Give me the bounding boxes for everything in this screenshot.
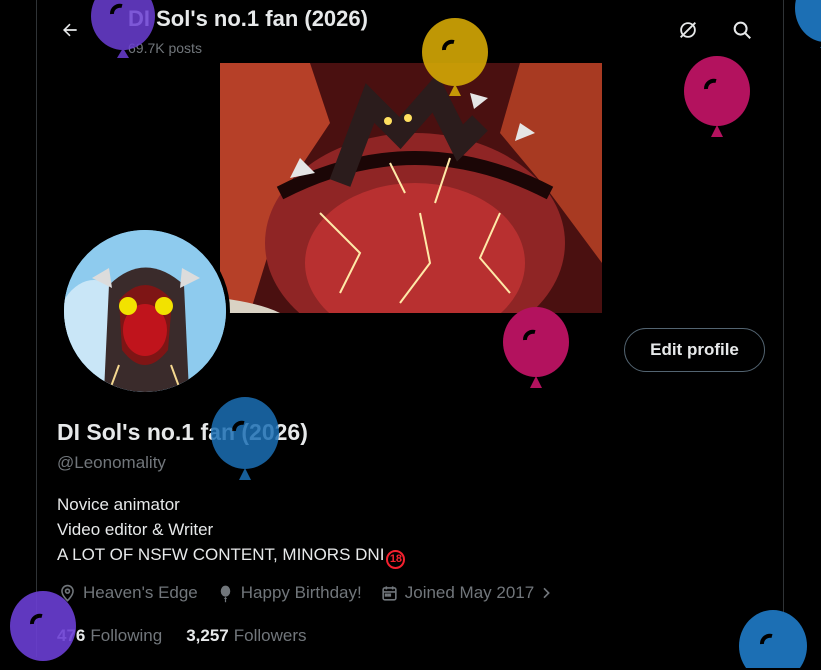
balloon-purple-bottomleft (10, 591, 76, 661)
balloon-blue-center (211, 397, 279, 480)
joined-text: Joined May 2017 (404, 583, 535, 602)
balloon-purple-top (91, 0, 155, 58)
followers-link[interactable]: 3,257 Followers (186, 626, 306, 646)
balloon-icon (220, 585, 231, 602)
bio-line: A LOT OF NSFW CONTENT, MINORS DNI 18 (57, 542, 406, 569)
location-item: Heaven's Edge (58, 583, 198, 603)
chevron-right-icon (543, 587, 551, 599)
followers-count: 3,257 (186, 626, 229, 645)
profile-banner[interactable] (220, 63, 602, 313)
calendar-icon (382, 585, 397, 601)
bio-line: Novice animator (57, 495, 180, 514)
balloon-magenta-center (503, 307, 569, 388)
birthday-text: Happy Birthday! (240, 583, 362, 602)
balloon-magenta-right (684, 56, 750, 137)
search-icon (733, 21, 751, 39)
bio-line: Video editor & Writer (57, 520, 214, 539)
follow-stats: 476 Following 3,257 Followers (57, 626, 330, 646)
back-button[interactable] (52, 12, 88, 48)
back-arrow-icon (63, 23, 77, 37)
bio: Novice animator Video editor & Writer A … (57, 492, 406, 569)
avatar[interactable] (60, 226, 230, 396)
profile-meta: Heaven's Edge Happy Birthday! Joined May… (58, 583, 578, 603)
user-handle: @Leonomality (57, 453, 166, 472)
search-button[interactable] (724, 12, 760, 48)
grok-button[interactable] (670, 12, 706, 48)
grok-icon (680, 22, 696, 38)
followers-label: Followers (233, 626, 307, 645)
following-label: Following (90, 626, 163, 645)
header-title: DI Sol's no.1 fan (2026) (128, 6, 368, 31)
balloon-yellow (422, 18, 488, 96)
balloon-blue-topright (795, 0, 821, 48)
age-18-badge: 18 (386, 550, 406, 569)
balloon-blue-bottomright (739, 610, 807, 668)
location-text: Heaven's Edge (83, 583, 198, 602)
edit-profile-button[interactable]: Edit profile (624, 328, 765, 372)
bio-line-text: A LOT OF NSFW CONTENT, MINORS DNI (57, 545, 385, 564)
birthday-item: Happy Birthday! (216, 583, 362, 603)
joined-item[interactable]: Joined May 2017 (380, 583, 560, 603)
